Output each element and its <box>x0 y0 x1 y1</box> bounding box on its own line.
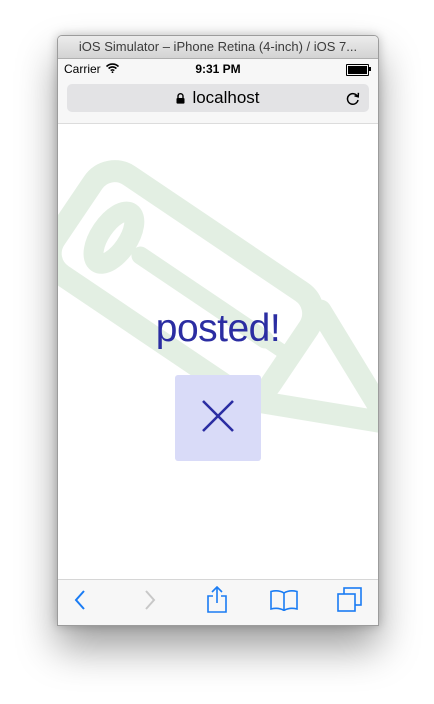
bottom-toolbar <box>58 579 378 625</box>
posted-message: posted! <box>155 307 281 350</box>
address-bar-area: localhost <box>58 79 378 124</box>
tabs-button[interactable] <box>336 587 362 617</box>
close-icon <box>200 398 236 439</box>
url-text: localhost <box>192 88 260 107</box>
back-icon <box>74 589 86 616</box>
close-button[interactable] <box>175 375 261 461</box>
reload-icon[interactable] <box>345 90 361 106</box>
web-content: posted! <box>58 124 378 581</box>
address-bar[interactable]: localhost <box>67 84 369 112</box>
status-time: 9:31 PM <box>195 62 241 76</box>
bookmarks-button[interactable] <box>269 589 299 615</box>
tabs-icon <box>336 587 362 617</box>
forward-button[interactable] <box>140 589 160 615</box>
status-bar: Carrier 9:31 PM <box>58 59 378 79</box>
simulator-window: iOS Simulator – iPhone Retina (4-inch) /… <box>57 35 379 626</box>
battery-fill <box>348 66 367 74</box>
share-button[interactable] <box>205 585 229 618</box>
bookmarks-icon <box>270 589 298 616</box>
share-icon <box>206 585 228 618</box>
pencil-watermark-icon <box>58 160 378 435</box>
lock-icon <box>176 92 185 104</box>
window-title: iOS Simulator – iPhone Retina (4-inch) /… <box>58 36 378 59</box>
back-button[interactable] <box>70 589 90 615</box>
battery-icon <box>346 64 371 76</box>
forward-icon <box>144 589 156 616</box>
